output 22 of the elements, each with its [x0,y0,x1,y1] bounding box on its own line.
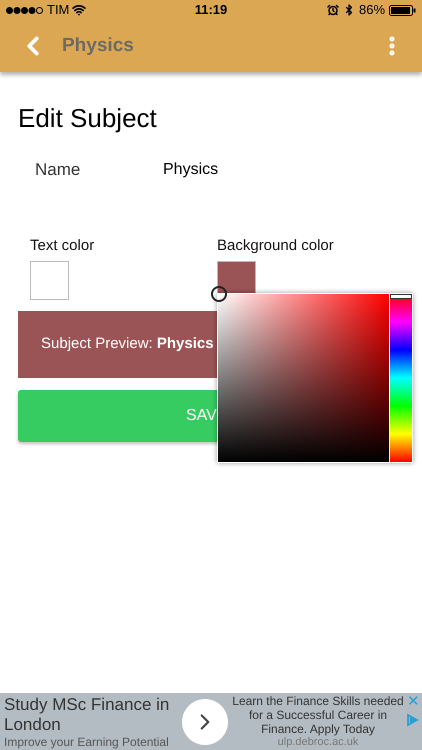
battery-percent: 86% [358,1,386,20]
battery-icon [389,4,416,16]
color-label: Text color [30,236,96,256]
preview-text: Subject Preview: Physics [41,334,214,354]
color-swatch[interactable] [30,261,69,300]
clock-time: 11:19 [194,1,228,20]
ad-description: Learn the Finance Skills needed for a Successful Career in Finance. Apply Today [232,694,404,736]
color-label: Background color [217,236,335,256]
hue-slider[interactable] [390,294,412,462]
field-label: Name [35,159,82,181]
page-title: Physics [62,34,135,58]
wifi-icon [72,3,86,17]
signal-icon [6,6,44,14]
ad-subline: Improve your Earning Potential [4,734,170,748]
color-picker-handle[interactable] [211,286,227,302]
alarm-icon [326,4,339,16]
ad-banner[interactable]: Study MSc Finance in London Improve your Earning Potential Learn the Finance Skills needed for a Successful Career in Finance. Apply Today ulp.debroc.ac.uk ✕ [0,693,422,750]
page-heading: Edit Subject [18,102,158,134]
ad-headline[interactable]: Study MSc Finance in London [4,694,182,734]
name-field[interactable]: Physics [163,158,363,182]
hue-handle[interactable] [390,294,412,299]
carrier-name: TIM [47,1,70,20]
